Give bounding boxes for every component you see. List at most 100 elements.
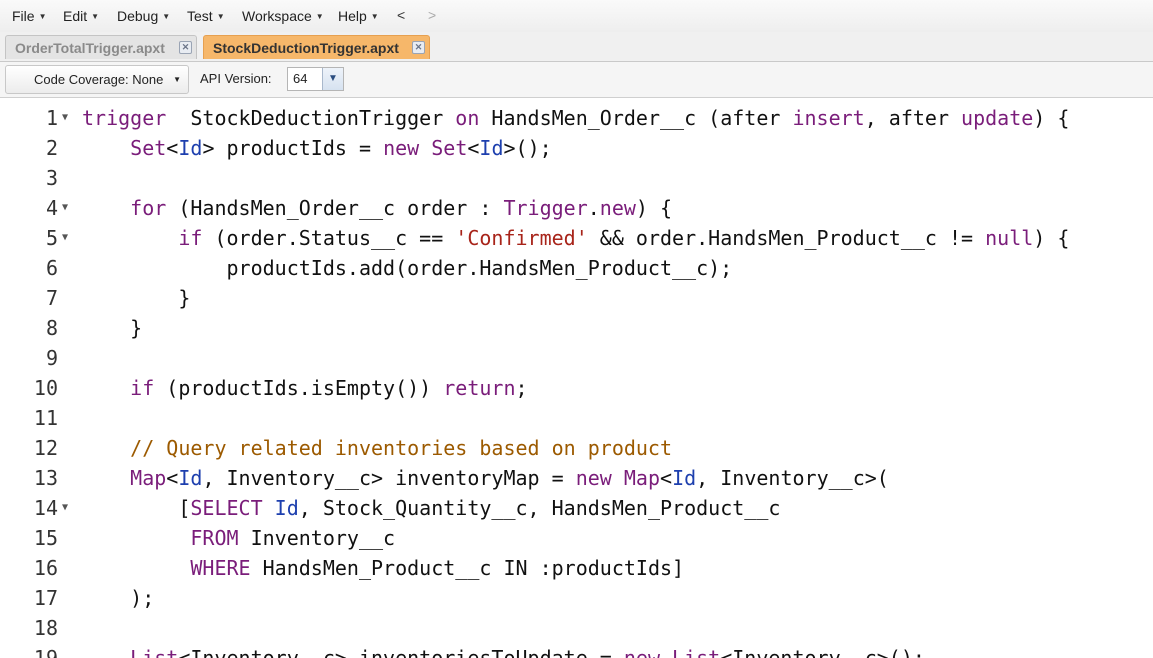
fold-toggle-icon[interactable]: ▼ [62, 193, 68, 223]
code-token: Id [479, 136, 504, 160]
code-token: (HandsMen_Order__c order : [166, 196, 504, 220]
code-token: Id [274, 496, 299, 520]
code-token: <Inventory__c> inventoriesToUpdate = [178, 646, 624, 658]
code-line[interactable]: 7 } [0, 283, 1153, 313]
line-number: 10 [33, 376, 58, 400]
code-token: update [961, 106, 1034, 130]
code-line[interactable]: 19 List<Inventory__c> inventoriesToUpdat… [0, 643, 1153, 658]
menu-file-label: File [12, 8, 35, 24]
code-token: List [130, 646, 179, 658]
code-token: ) { [1033, 106, 1070, 130]
line-number: 9 [45, 346, 58, 370]
menu-debug[interactable]: Debug ▼ [117, 8, 170, 24]
menu-file[interactable]: File ▼ [12, 8, 46, 24]
menu-workspace[interactable]: Workspace ▼ [242, 8, 324, 24]
chevron-down-icon: ▼ [173, 75, 181, 84]
menu-help-label: Help [338, 8, 367, 24]
code-token: ; [515, 376, 528, 400]
close-icon[interactable]: ✕ [179, 41, 192, 54]
code-line[interactable]: 9 [0, 343, 1153, 373]
forward-button[interactable]: > [428, 7, 436, 23]
code-text: } [82, 313, 142, 343]
code-token: ); [82, 586, 155, 610]
chevron-down-icon: ▼ [162, 12, 171, 21]
code-line[interactable]: 11 [0, 403, 1153, 433]
code-token: Set [431, 136, 468, 160]
line-number: 7 [45, 286, 58, 310]
code-line[interactable]: 17 ); [0, 583, 1153, 613]
code-line[interactable]: 5 ▼ if (order.Status__c == 'Confirmed' &&… [0, 223, 1153, 253]
code-token: ) { [1033, 226, 1070, 250]
code-token: , Inventory__c> inventoryMap = [202, 466, 576, 490]
code-line[interactable]: 12 // Query related inventories based on… [0, 433, 1153, 463]
code-token: Id [178, 466, 203, 490]
fold-toggle-icon[interactable]: ▼ [62, 493, 68, 523]
code-token: new [383, 136, 420, 160]
code-text: List<Inventory__c> inventoriesToUpdate =… [82, 643, 925, 658]
line-number: 12 [33, 436, 58, 460]
code-token: Map [130, 466, 167, 490]
code-text: if (order.Status__c == 'Confirmed' && or… [82, 223, 1069, 253]
code-text: productIds.add(order.HandsMen_Product__c… [82, 253, 732, 283]
code-token: < [166, 466, 179, 490]
code-line[interactable]: 13 Map<Id, Inventory__c> inventoryMap = … [0, 463, 1153, 493]
code-editor[interactable]: 1 ▼ trigger StockDeductionTrigger on Hands… [0, 98, 1153, 658]
code-token: >(); [503, 136, 552, 160]
menu-bar: File ▼ Edit ▼ Debug ▼ Test ▼ Workspace ▼ Help… [0, 0, 1153, 33]
tab-bar: OrderTotalTrigger.apxt ✕ StockDeductionT… [0, 32, 1153, 62]
fold-toggle-icon[interactable]: ▼ [62, 103, 68, 133]
line-number: 4 [45, 196, 58, 220]
code-line[interactable]: 14 ▼ [SELECT Id, Stock_Quantity__c, Hands… [0, 493, 1153, 523]
fold-toggle-icon[interactable]: ▼ [62, 223, 68, 253]
back-button[interactable]: < [397, 7, 405, 23]
line-number: 1 [45, 106, 58, 130]
code-line[interactable]: 4 ▼ for (HandsMen_Order__c order : Trigge… [0, 193, 1153, 223]
code-coverage-dropdown[interactable]: Code Coverage: None ▼ [5, 65, 189, 94]
code-line[interactable]: 18 [0, 613, 1153, 643]
code-text: WHERE HandsMen_Product__c IN :productIds… [82, 553, 684, 583]
code-token: Set [130, 136, 167, 160]
tab-order-total-trigger[interactable]: OrderTotalTrigger.apxt ✕ [5, 35, 197, 59]
menu-edit[interactable]: Edit ▼ [63, 8, 99, 24]
menu-help[interactable]: Help ▼ [338, 8, 379, 24]
close-icon[interactable]: ✕ [412, 41, 425, 54]
line-number: 5 [45, 226, 58, 250]
chevron-down-icon[interactable]: ▼ [322, 68, 343, 90]
api-version-select[interactable]: 64 ▼ [287, 67, 344, 91]
code-token: < [660, 466, 673, 490]
line-number: 19 [33, 646, 58, 658]
code-line[interactable]: 1 ▼ trigger StockDeductionTrigger on Hands… [0, 103, 1153, 133]
code-line[interactable]: 8 } [0, 313, 1153, 343]
code-line[interactable]: 3 [0, 163, 1153, 193]
line-number: 13 [33, 466, 58, 490]
code-line[interactable]: 16 WHERE HandsMen_Product__c IN :product… [0, 553, 1153, 583]
code-line[interactable]: 6 productIds.add(order.HandsMen_Product_… [0, 253, 1153, 283]
code-token: Map [623, 466, 661, 490]
code-text: trigger StockDeductionTrigger on HandsMe… [82, 103, 1069, 133]
line-number: 3 [45, 166, 58, 190]
code-token: new [623, 646, 660, 658]
code-line[interactable]: 15 FROM Inventory__c [0, 523, 1153, 553]
menu-test-label: Test [187, 8, 213, 24]
chevron-down-icon: ▼ [38, 12, 47, 21]
code-line[interactable]: 2 Set<Id> productIds = new Set<Id>(); [0, 133, 1153, 163]
tab-stock-deduction-trigger[interactable]: StockDeductionTrigger.apxt ✕ [203, 35, 430, 59]
menu-test[interactable]: Test ▼ [187, 8, 225, 24]
code-token: && order.HandsMen_Product__c != [587, 226, 986, 250]
code-line[interactable]: 10 if (productIds.isEmpty()) return; [0, 373, 1153, 403]
code-text: FROM Inventory__c [82, 523, 395, 553]
code-token: null [985, 226, 1034, 250]
chevron-down-icon: ▼ [315, 12, 324, 21]
code-token: WHERE [190, 556, 251, 580]
line-number: 11 [33, 406, 58, 430]
code-token: if [178, 226, 203, 250]
